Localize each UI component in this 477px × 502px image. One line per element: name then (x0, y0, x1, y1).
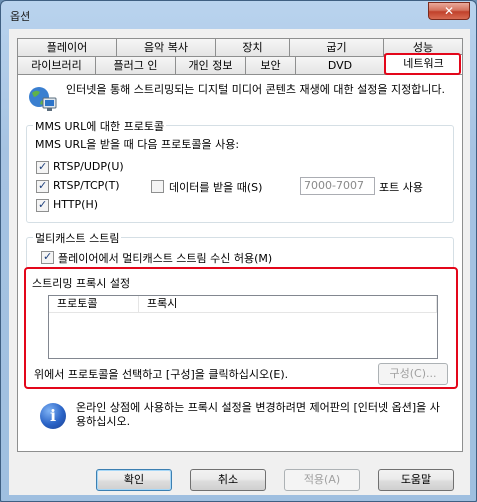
apply-button[interactable]: 적용(A) (284, 469, 360, 491)
dialog-client: 플레이어 음악 복사 장치 굽기 성능 라이브러리 플러그 인 개인 정보 보안… (9, 29, 470, 495)
port-range-label: 데이터를 받을 때(S) (169, 181, 263, 194)
port-range-input[interactable]: 7000-7007 (300, 177, 375, 195)
tab-library[interactable]: 라이브러리 (17, 56, 96, 74)
configure-button[interactable]: 구성(C)... (378, 363, 448, 385)
tab-rip-music[interactable]: 음악 복사 (116, 38, 216, 56)
proxy-group-title: 스트리밍 프록시 설정 (32, 277, 131, 290)
mms-group-title: MMS URL에 대한 프로토콜 (33, 118, 167, 134)
port-range-checkbox[interactable] (151, 180, 164, 193)
column-header-protocol[interactable]: 프로토콜 (49, 296, 139, 313)
intro-text: 인터넷을 통해 스트리밍되는 디지털 미디어 콘텐츠 재생에 대한 설정을 지정… (66, 83, 446, 96)
ok-button[interactable]: 확인 (96, 469, 172, 491)
rtsp-udp-label: RTSP/UDP(U) (53, 160, 124, 173)
proxy-list[interactable]: 프로토콜 프록시 (48, 295, 438, 359)
proxy-hint: 위에서 프로토콜을 선택하고 [구성]을 클릭하십시오(E). (34, 368, 289, 381)
mms-group: MMS URL에 대한 프로토콜 MMS URL을 받을 때 다음 프로토콜을 … (26, 118, 454, 223)
network-globe-icon (29, 87, 57, 111)
help-button[interactable]: 도움말 (378, 469, 454, 491)
title-bar: 옵션 ✕ (1, 1, 476, 29)
rtsp-tcp-checkbox[interactable] (36, 179, 49, 193)
tab-dvd[interactable]: DVD (295, 56, 385, 74)
tab-plugins[interactable]: 플러그 인 (95, 56, 176, 74)
streaming-proxy-group: 스트리밍 프록시 설정 프로토콜 프록시 위에서 프로토콜을 선택하고 [구성]… (24, 267, 458, 389)
http-checkbox[interactable] (36, 198, 49, 212)
multicast-group-title: 멀티캐스트 스트림 (33, 230, 122, 246)
tab-privacy[interactable]: 개인 정보 (175, 56, 246, 74)
tab-security[interactable]: 보안 (245, 56, 296, 74)
close-button[interactable]: ✕ (428, 2, 470, 20)
column-header-proxy[interactable]: 프록시 (139, 296, 437, 313)
window-title: 옵션 (10, 10, 31, 23)
options-dialog: 옵션 ✕ 플레이어 음악 복사 장치 굽기 성능 라이브러리 플러그 인 개인 … (0, 0, 477, 502)
tab-devices[interactable]: 장치 (215, 38, 290, 56)
port-use-label: 포트 사용 (379, 181, 423, 194)
http-label: HTTP(H) (53, 198, 99, 211)
tab-burn[interactable]: 굽기 (289, 38, 384, 56)
multicast-label: 플레이어에서 멀티캐스트 스트림 수신 허용(M) (58, 252, 273, 265)
rtsp-tcp-label: RTSP/TCP(T) (53, 179, 120, 192)
mms-desc: MMS URL을 받을 때 다음 프로토콜을 사용: (35, 138, 240, 151)
info-text: 온라인 상점에 사용하는 프록시 설정을 변경하려면 제어판의 [인터넷 옵션]… (76, 401, 440, 428)
network-panel: 인터넷을 통해 스트리밍되는 디지털 미디어 콘텐츠 재생에 대한 설정을 지정… (17, 74, 463, 452)
network-tab-highlight (384, 53, 461, 75)
info-icon: i (40, 403, 66, 429)
rtsp-udp-checkbox[interactable] (36, 160, 49, 174)
multicast-checkbox[interactable] (41, 250, 54, 264)
multicast-group: 멀티캐스트 스트림 플레이어에서 멀티캐스트 스트림 수신 허용(M) (26, 230, 454, 269)
tab-player[interactable]: 플레이어 (17, 38, 117, 56)
cancel-button[interactable]: 취소 (190, 469, 266, 491)
